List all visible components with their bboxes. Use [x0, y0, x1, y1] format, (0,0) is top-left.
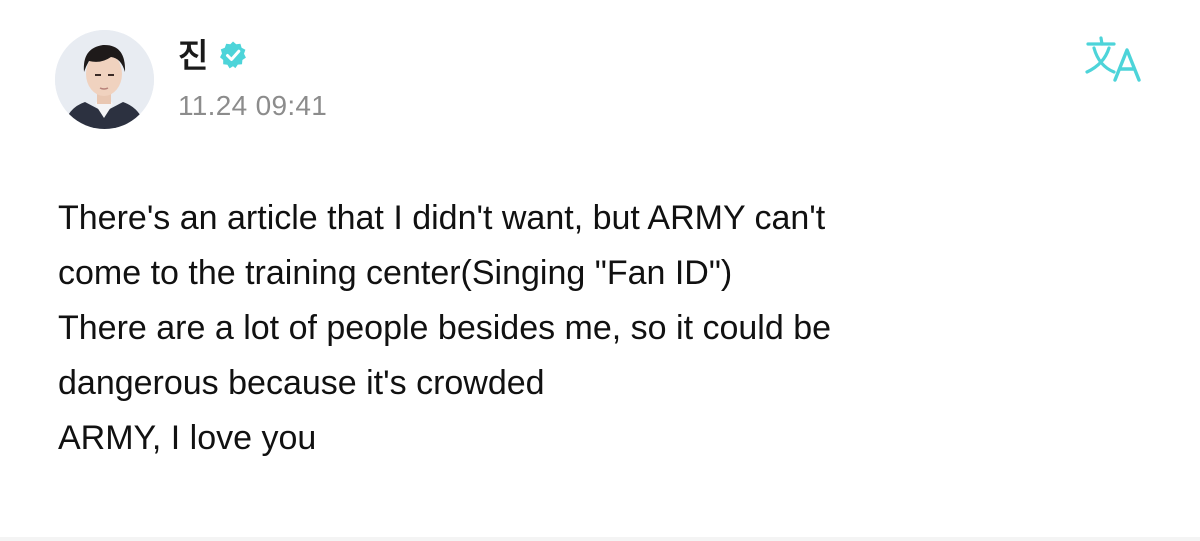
avatar[interactable]	[55, 30, 154, 129]
post-body-line: There are a lot of people besides me, so…	[58, 309, 832, 347]
author-name[interactable]: 진	[178, 39, 208, 72]
avatar-photo	[55, 30, 154, 129]
verified-check-icon	[220, 41, 247, 69]
post-body-line: There's an article that I didn't want, b…	[58, 199, 826, 237]
author-row: 진	[178, 33, 248, 77]
translate-button[interactable]	[1084, 36, 1146, 84]
post-body-line: dangerous because it's crowded	[58, 364, 545, 402]
post-body: There's an article that I didn't want, b…	[58, 191, 1168, 466]
post-body-line: ARMY, I love you	[58, 419, 317, 457]
divider	[0, 537, 1200, 541]
post-card: 진 11.24 09:41 There's an article that I …	[0, 0, 1200, 541]
translate-icon	[1085, 36, 1141, 82]
post-timestamp: 11.24 09:41	[178, 90, 328, 121]
post-body-line: come to the training center(Singing "Fan…	[58, 254, 733, 292]
